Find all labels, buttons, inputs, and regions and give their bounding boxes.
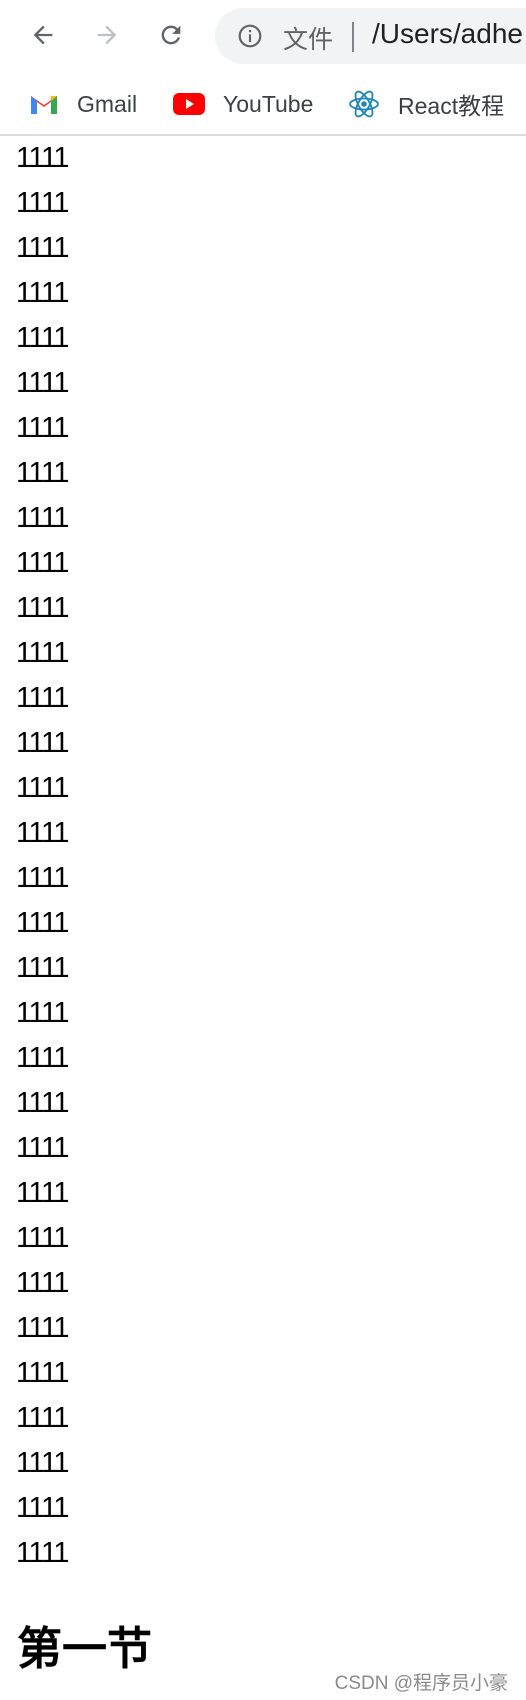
text-line: 1111: [16, 817, 70, 849]
text-line: 1111: [16, 1402, 70, 1434]
bookmark-label: Gmail: [77, 90, 138, 117]
section-heading: 第一节: [17, 1623, 153, 1674]
arrow-left-icon: [33, 25, 53, 45]
text-line: 1111: [16, 1177, 70, 1209]
watermark: CSDN @程序员小豪: [334, 1673, 508, 1694]
text-line: 1111: [16, 772, 70, 804]
address-bar[interactable]: 文件 /Users/adhe: [215, 8, 526, 64]
text-line: 1111: [16, 1537, 70, 1569]
text-line: 1111: [16, 277, 70, 309]
text-line: 1111: [16, 907, 70, 939]
text-line: 1111: [16, 187, 70, 219]
reload-icon: [161, 25, 181, 45]
browser-toolbar: 文件 /Users/adhe: [0, 0, 526, 70]
bookmark-label: YouTube: [223, 90, 314, 117]
url-text[interactable]: /Users/adhe: [372, 18, 523, 50]
bookmarks-bar: Gmail YouTube React教程: [0, 70, 526, 136]
text-line: 1111: [16, 1312, 70, 1344]
info-icon[interactable]: [237, 23, 263, 49]
text-line: 1111: [16, 637, 70, 669]
text-line: 1111: [16, 1267, 70, 1299]
divider: [352, 22, 354, 52]
text-line: 1111: [16, 322, 70, 354]
text-line: 1111: [16, 952, 70, 984]
text-line: 1111: [16, 862, 70, 894]
text-line: 1111: [16, 367, 70, 399]
text-line: 1111: [16, 1492, 70, 1524]
bookmark-gmail[interactable]: Gmail: [29, 90, 137, 118]
text-line: 1111: [16, 457, 70, 489]
text-line: 1111: [16, 592, 70, 624]
text-line: 1111: [16, 1222, 70, 1254]
text-line: 1111: [16, 412, 70, 444]
text-line: 1111: [16, 727, 70, 759]
forward-button[interactable]: [87, 15, 127, 55]
text-line: 1111: [16, 682, 70, 714]
text-line: 1111: [16, 142, 70, 174]
scheme-label: 文件: [283, 26, 334, 54]
text-line: 1111: [16, 1087, 70, 1119]
back-button[interactable]: [23, 15, 63, 55]
youtube-icon: [173, 93, 205, 115]
text-line: 1111: [16, 502, 70, 534]
bookmark-label: React教程: [398, 93, 505, 119]
text-line: 1111: [16, 232, 70, 264]
reload-button[interactable]: [151, 15, 191, 55]
bookmark-youtube[interactable]: YouTube: [173, 90, 313, 118]
page-content: 1111 1111 1111 1111 1111 1111 1111 1111 1111 1111…: [16, 136, 70, 1576]
text-line: 1111: [16, 1042, 70, 1074]
text-line: 1111: [16, 997, 70, 1029]
react-icon: [349, 90, 379, 118]
bookmark-react[interactable]: React教程: [348, 90, 505, 119]
text-line: 1111: [16, 1357, 70, 1389]
arrow-right-icon: [97, 25, 117, 45]
gmail-icon: [31, 96, 57, 114]
text-line: 1111: [16, 1447, 70, 1479]
text-line: 1111: [16, 547, 70, 579]
text-line: 1111: [16, 1132, 70, 1164]
